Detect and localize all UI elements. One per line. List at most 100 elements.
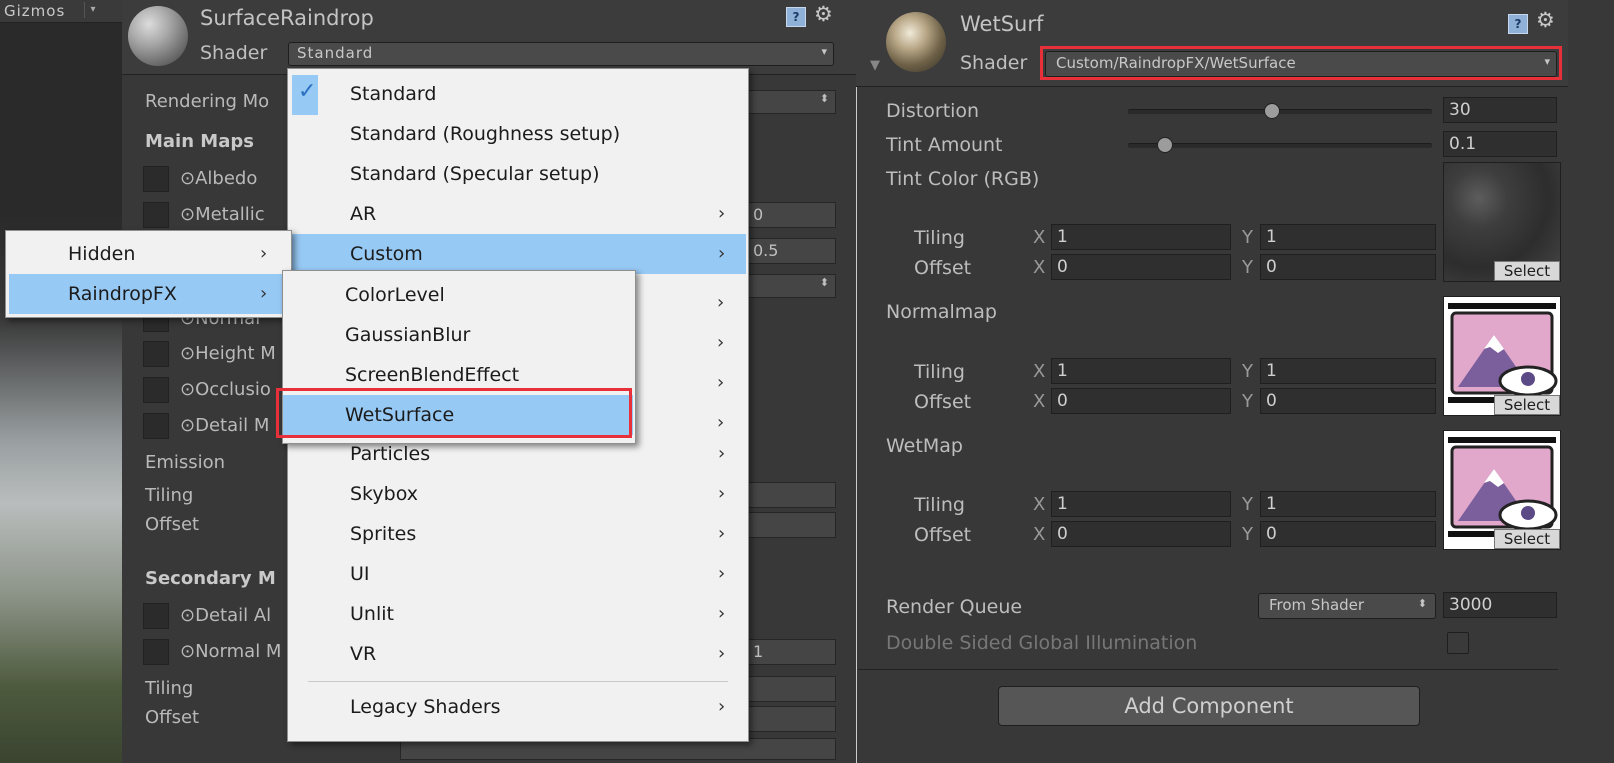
secondary-maps-heading: Secondary M [145, 568, 276, 589]
menu-item-custom[interactable]: Custom › [288, 234, 746, 274]
secondary-normal-slot[interactable] [143, 639, 169, 665]
normalmap-label: Normalmap [886, 301, 997, 323]
submenu-item-raindropfx[interactable]: RaindropFX › [9, 274, 288, 314]
foldout-arrow-icon[interactable]: ▼ [870, 58, 880, 73]
render-queue-dropdown[interactable]: From Shader ⬍ [1258, 593, 1436, 619]
menu-item-ar[interactable]: AR › [288, 194, 746, 234]
menu-item-vr[interactable]: VR › [288, 634, 746, 674]
y-label: Y [1242, 227, 1253, 248]
y-label: Y [1242, 391, 1253, 412]
tiling-y-value: 1 [1266, 227, 1277, 247]
main-maps-heading: Main Maps [145, 131, 254, 152]
offset-x-field[interactable]: 0 [1051, 521, 1231, 547]
tiling-x-field[interactable]: 1 [1051, 491, 1231, 517]
menu-item-label: Standard [350, 83, 437, 105]
smoothness-field[interactable]: 0.5 [748, 238, 836, 264]
offset-x-field[interactable]: 0 [1051, 388, 1231, 414]
tint-color-texture-thumbnail[interactable]: Select [1443, 162, 1561, 282]
offset2-field[interactable] [748, 706, 836, 732]
detail-albedo-label: ⊙Detail Al [180, 605, 272, 626]
offset-label: Offset [914, 257, 972, 279]
distortion-slider[interactable] [1128, 109, 1432, 114]
gear-icon[interactable]: ⚙ [1536, 8, 1555, 32]
menu-item-label: UI [350, 563, 370, 585]
gear-icon[interactable]: ⚙ [814, 2, 833, 26]
detail-albedo-slot[interactable] [143, 603, 169, 629]
detail-mask-slot[interactable] [143, 413, 169, 439]
rendering-mode-dropdown[interactable]: ⬍ [748, 90, 836, 114]
menu-item-label: Hidden [68, 243, 136, 265]
submenu-item-colorlevel[interactable]: ColorLevel [283, 275, 633, 315]
height-map-slot[interactable] [143, 341, 169, 367]
select-button[interactable]: Select [1494, 261, 1560, 281]
menu-item-sprites[interactable]: Sprites › [288, 514, 746, 554]
menu-item-label: AR [350, 203, 377, 225]
x-label: X [1033, 227, 1046, 248]
offset-x-field[interactable]: 0 [1051, 254, 1231, 280]
offset-field[interactable] [748, 512, 836, 538]
offset2-label: Offset [145, 707, 200, 728]
chevron-right-icon: › [718, 483, 726, 504]
distortion-slider-thumb[interactable] [1263, 103, 1280, 119]
dropdown-arrow-icon: ⬍ [819, 92, 829, 105]
distortion-field[interactable]: 30 [1443, 97, 1557, 123]
select-button[interactable]: Select [1494, 529, 1560, 549]
help-icon[interactable]: ? [786, 7, 806, 27]
chevron-right-icon: › [717, 332, 725, 353]
scene-view[interactable]: Gizmos ▾ [0, 0, 122, 763]
occlusion-label: ⊙Occlusio [180, 379, 271, 400]
menu-item-label: ColorLevel [345, 284, 445, 306]
tiling-field[interactable] [748, 482, 836, 508]
wetmap-texture-thumbnail[interactable]: Select [1443, 430, 1561, 550]
tiling2-label: Tiling [145, 678, 194, 699]
offset-x-value: 0 [1057, 257, 1068, 277]
menu-item-ui[interactable]: UI › [288, 554, 746, 594]
menu-item-unlit[interactable]: Unlit › [288, 594, 746, 634]
shader-callout [1040, 46, 1562, 80]
submenu-item-hidden[interactable]: Hidden › [6, 234, 289, 274]
occlusion-slot[interactable] [143, 377, 169, 403]
offset-y-field[interactable]: 0 [1260, 521, 1436, 547]
offset-y-value: 0 [1266, 524, 1277, 544]
tiling-y-field[interactable]: 1 [1260, 358, 1436, 384]
tint-amount-field[interactable]: 0.1 [1443, 131, 1557, 157]
submenu-item-gaussianblur[interactable]: GaussianBlur [283, 315, 633, 355]
menu-item-legacy-shaders[interactable]: Legacy Shaders › [288, 687, 746, 727]
help-icon[interactable]: ? [1508, 14, 1528, 34]
gizmos-button[interactable]: Gizmos [4, 2, 65, 20]
double-sided-gi-checkbox[interactable] [1447, 632, 1469, 654]
select-button[interactable]: Select [1494, 395, 1560, 415]
tint-amount-slider[interactable] [1128, 143, 1432, 148]
tiling-y-field[interactable]: 1 [1260, 491, 1436, 517]
albedo-slot[interactable] [143, 166, 169, 192]
menu-item-skybox[interactable]: Skybox › [288, 474, 746, 514]
render-queue-field[interactable]: 3000 [1443, 592, 1557, 618]
metallic-field[interactable]: 0 [748, 202, 836, 228]
chevron-right-icon: › [718, 603, 726, 624]
metallic-slot[interactable] [143, 202, 169, 228]
offset-y-field[interactable]: 0 [1260, 254, 1436, 280]
menu-item-standard-specular[interactable]: Standard (Specular setup) [288, 154, 746, 194]
tiling-y-field[interactable]: 1 [1260, 224, 1436, 250]
offset-y-field[interactable]: 0 [1260, 388, 1436, 414]
tiling-label: Tiling [145, 485, 194, 506]
tiling2-field[interactable] [748, 676, 836, 702]
select-label: Select [1503, 396, 1551, 414]
material-header: SurfaceRaindrop Shader Standard ▾ ? ⚙ [122, 0, 862, 75]
dropdown-arrow-icon: ⬍ [1417, 597, 1427, 610]
menu-item-standard[interactable]: Standard [288, 74, 746, 114]
menu-item-label: Custom [350, 243, 423, 265]
normalmap-texture-thumbnail[interactable]: Select [1443, 296, 1561, 416]
shader-dropdown[interactable]: Standard ▾ [288, 42, 834, 66]
rendering-mode-label: Rendering Mo [145, 91, 270, 112]
x-label: X [1033, 257, 1046, 278]
menu-item-label: GaussianBlur [345, 324, 471, 346]
menu-item-standard-roughness[interactable]: Standard (Roughness setup) [288, 114, 746, 154]
secondary-normal-field[interactable]: 1 [748, 639, 836, 665]
add-component-button[interactable]: Add Component [998, 686, 1420, 726]
tiling-x-field[interactable]: 1 [1051, 358, 1231, 384]
divider [858, 669, 1558, 670]
tiling-x-field[interactable]: 1 [1051, 224, 1231, 250]
shader-dropdown-value: Standard [297, 44, 374, 62]
dropdown-arrow-icon[interactable]: ▾ [84, 2, 101, 18]
